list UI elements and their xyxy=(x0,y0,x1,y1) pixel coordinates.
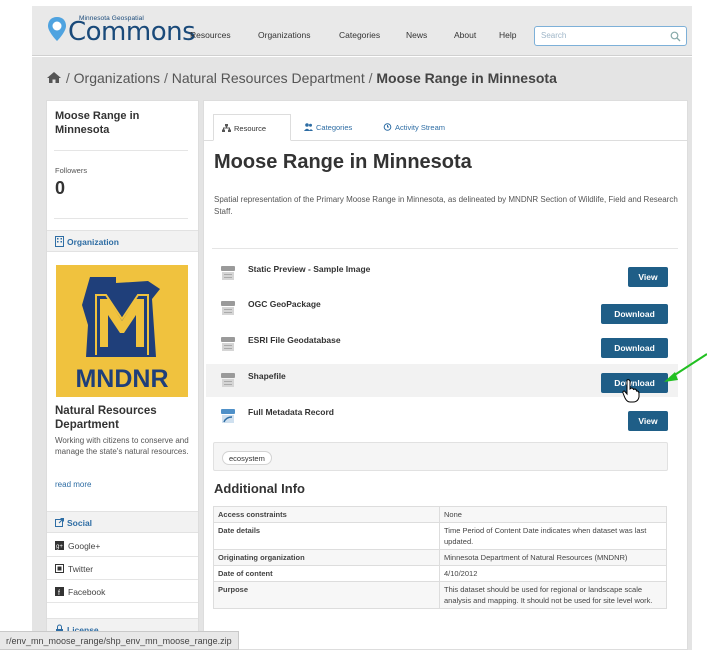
tab-resource[interactable]: Resource xyxy=(213,114,291,141)
social-heading-label: Social xyxy=(67,518,93,528)
divider xyxy=(212,248,678,249)
google-plus-icon: g+ xyxy=(55,541,64,550)
file-icon xyxy=(221,266,235,280)
organization-heading: Organization xyxy=(47,230,198,252)
breadcrumb-current: Moose Range in Minnesota xyxy=(376,70,557,86)
building-icon xyxy=(55,236,64,247)
sitemap-icon xyxy=(222,124,231,132)
breadcrumb: / Organizations / Natural Resources Depa… xyxy=(46,70,557,86)
social-heading: Social xyxy=(47,511,198,533)
table-row: Purpose This dataset should be used for r… xyxy=(213,581,667,609)
tab-label: Categories xyxy=(316,123,353,132)
info-key: Date details xyxy=(213,522,440,550)
home-icon[interactable] xyxy=(46,71,62,84)
table-row: Access constraints None xyxy=(213,506,667,523)
nav-resources[interactable]: Resources xyxy=(190,30,231,40)
nav-organizations[interactable]: Organizations xyxy=(258,30,310,40)
nav-categories[interactable]: Categories xyxy=(339,30,380,40)
users-icon xyxy=(304,123,313,131)
page-title: Moose Range in Minnesota xyxy=(214,151,472,173)
info-value: 4/10/2012 xyxy=(439,565,667,582)
twitter-icon xyxy=(55,564,64,573)
followers-label: Followers xyxy=(55,166,88,175)
svg-text:f: f xyxy=(58,590,60,596)
organization-name[interactable]: Natural Resources Department xyxy=(55,404,195,432)
view-button[interactable]: View xyxy=(628,267,668,287)
search-placeholder: Search xyxy=(541,31,567,40)
divider xyxy=(54,150,188,151)
sidebar-dataset-title: Moose Range in Minnesota xyxy=(55,110,140,136)
nav-about[interactable]: About xyxy=(454,30,476,40)
resource-name[interactable]: Full Metadata Record xyxy=(248,407,334,417)
status-bar-url: r/env_mn_moose_range/shp_env_mn_moose_ra… xyxy=(0,631,239,650)
social-label: Google+ xyxy=(68,541,101,551)
tab-label: Resource xyxy=(234,124,267,133)
social-facebook[interactable]: f Facebook xyxy=(47,580,198,603)
clock-icon xyxy=(383,123,392,131)
info-key: Date of content xyxy=(213,565,440,582)
logo-wordmark: Commons xyxy=(68,17,196,47)
share-icon xyxy=(55,518,64,527)
resource-item[interactable]: Full Metadata Record xyxy=(206,400,678,433)
tab-activity-stream[interactable]: Activity Stream xyxy=(375,114,453,141)
social-twitter[interactable]: Twitter xyxy=(47,557,198,580)
resource-name[interactable]: ESRI File Geodatabase xyxy=(248,335,341,345)
social-label: Twitter xyxy=(68,564,94,574)
search-input[interactable]: Search xyxy=(534,26,687,46)
resource-name[interactable]: Shapefile xyxy=(248,371,286,381)
tag-ecosystem[interactable]: ecosystem xyxy=(222,451,272,465)
resource-item[interactable]: Static Preview - Sample Image xyxy=(206,257,678,290)
nav-news[interactable]: News xyxy=(406,30,427,40)
info-value: None xyxy=(439,506,667,523)
mndnr-logo-text: MNDNR xyxy=(75,365,168,393)
tab-categories[interactable]: Categories xyxy=(296,114,360,141)
followers-count: 0 xyxy=(55,178,66,198)
social-label: Facebook xyxy=(68,587,106,597)
search-icon[interactable] xyxy=(670,31,681,42)
info-value: Minnesota Department of Natural Resource… xyxy=(439,549,667,566)
mndnr-emblem: MNDNR xyxy=(75,277,169,393)
file-icon xyxy=(221,301,235,315)
map-pin-icon xyxy=(48,17,66,41)
info-key: Purpose xyxy=(213,581,440,609)
read-more-link[interactable]: read more xyxy=(55,480,91,489)
hand-pointer-icon xyxy=(622,379,640,403)
divider xyxy=(54,218,188,219)
file-icon xyxy=(221,373,235,387)
info-key: Originating organization xyxy=(213,549,440,566)
site-logo[interactable]: Minnesota Geospatial Commons xyxy=(46,14,196,48)
tab-label: Activity Stream xyxy=(395,123,446,132)
info-value: This dataset should be used for regional… xyxy=(439,581,667,609)
additional-info-title: Additional Info xyxy=(214,481,305,496)
tag-list xyxy=(213,442,668,471)
table-row: Date details Time Period of Content Date … xyxy=(213,522,667,550)
svg-text:g+: g+ xyxy=(56,544,63,550)
facebook-icon: f xyxy=(55,587,64,596)
social-google-plus[interactable]: g+ Google+ xyxy=(47,534,198,557)
view-button[interactable]: View xyxy=(628,411,668,431)
resource-name[interactable]: Static Preview - Sample Image xyxy=(248,264,370,274)
organization-heading-label: Organization xyxy=(67,237,119,247)
table-row: Originating organization Minnesota Depart… xyxy=(213,549,667,566)
mndnr-logo[interactable]: MNDNR xyxy=(56,265,188,397)
table-row: Date of content 4/10/2012 xyxy=(213,565,667,582)
info-value: Time Period of Content Date indicates wh… xyxy=(439,522,667,550)
resource-name[interactable]: OGC GeoPackage xyxy=(248,299,321,309)
download-button[interactable]: Download xyxy=(601,304,668,324)
annotation-arrow xyxy=(664,353,707,382)
nav-help[interactable]: Help xyxy=(499,30,516,40)
metadata-icon xyxy=(221,409,235,423)
breadcrumb-organizations[interactable]: Organizations xyxy=(74,70,160,86)
additional-info-table: Access constraints None Date details Time … xyxy=(213,506,667,609)
info-key: Access constraints xyxy=(213,506,440,523)
file-icon xyxy=(221,337,235,351)
breadcrumb-natural-resources[interactable]: Natural Resources Department xyxy=(172,70,365,86)
organization-description: Working with citizens to conserve and ma… xyxy=(55,436,189,456)
dataset-description: Spatial representation of the Primary Mo… xyxy=(214,195,678,216)
